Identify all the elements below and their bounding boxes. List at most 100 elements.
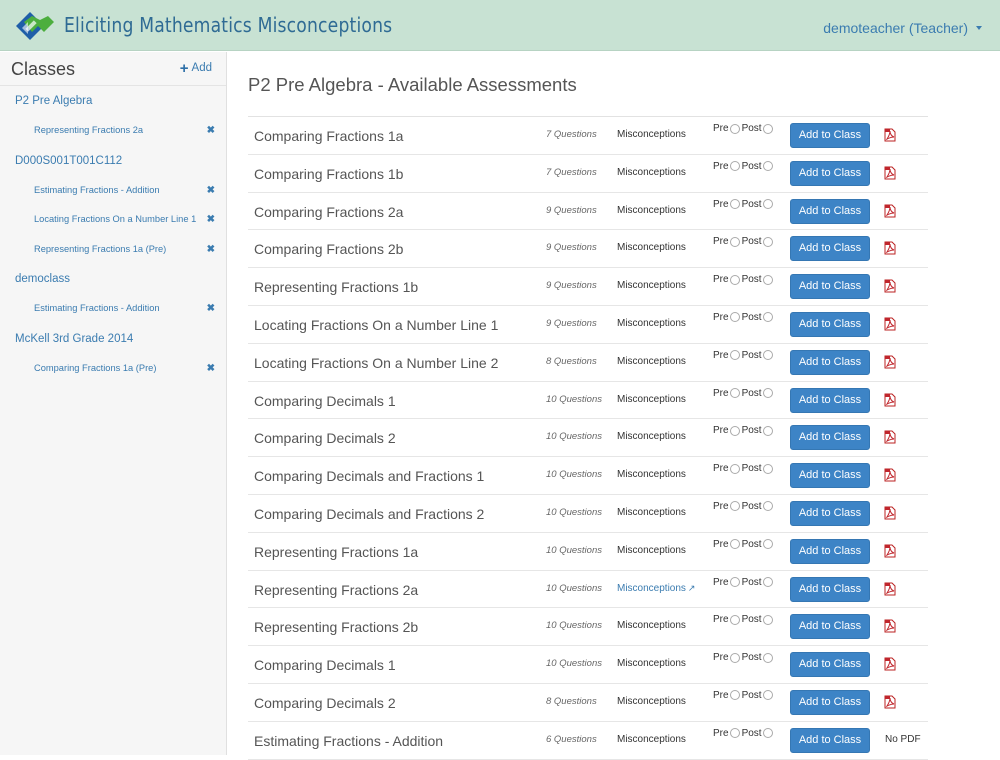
remove-icon[interactable]: ✖ — [207, 235, 215, 265]
sidebar-assessment-item[interactable]: Representing Fractions 1a (Pre) ✖ — [0, 235, 226, 265]
post-radio[interactable] — [762, 199, 773, 210]
pdf-icon[interactable] — [884, 128, 896, 142]
pre-post-selector: Pre Post — [713, 312, 775, 323]
pdf-icon[interactable] — [884, 241, 896, 255]
post-label: Post — [741, 198, 762, 210]
add-to-class-button[interactable]: Add to Class — [790, 198, 870, 224]
pdf-icon[interactable] — [884, 393, 896, 407]
post-radio[interactable] — [762, 425, 773, 436]
user-menu-dropdown[interactable]: demoteacher (Teacher) — [823, 20, 982, 36]
add-to-class-button[interactable]: Add to Class — [790, 311, 870, 337]
pre-radio[interactable] — [729, 274, 740, 285]
add-to-class-button[interactable]: Add to Class — [790, 538, 870, 564]
pdf-icon[interactable] — [884, 279, 896, 293]
pre-radio[interactable] — [729, 614, 740, 625]
post-radio[interactable] — [762, 652, 773, 663]
pre-radio[interactable] — [729, 161, 740, 172]
add-class-button[interactable]: + Add — [180, 61, 212, 76]
post-radio[interactable] — [762, 501, 773, 512]
sidebar-assessment-item[interactable]: Representing Fractions 2a ✖ — [0, 116, 226, 146]
misconceptions-link[interactable]: Misconceptions ↗ — [617, 583, 695, 594]
pre-radio[interactable] — [729, 652, 740, 663]
pdf-icon[interactable] — [884, 506, 896, 520]
assessment-name: Comparing Fractions 2a — [254, 203, 404, 220]
sidebar-assessment-item[interactable]: Estimating Fractions - Addition ✖ — [0, 176, 226, 206]
remove-icon[interactable]: ✖ — [207, 116, 215, 146]
pre-radio[interactable] — [729, 728, 740, 739]
add-to-class-button[interactable]: Add to Class — [790, 614, 870, 640]
add-to-class-button[interactable]: Add to Class — [790, 500, 870, 526]
pdf-icon[interactable] — [884, 619, 896, 633]
assessment-row: Comparing Decimals 2 8 Questions Misconcep… — [248, 684, 928, 722]
sidebar-class-link[interactable]: McKell 3rd Grade 2014 — [0, 324, 226, 354]
post-radio[interactable] — [762, 388, 773, 399]
pre-radio[interactable] — [729, 577, 740, 588]
misconceptions-label: Misconceptions — [617, 242, 686, 254]
sidebar-class-link[interactable]: P2 Pre Algebra — [0, 86, 226, 116]
add-to-class-button[interactable]: Add to Class — [790, 236, 870, 262]
add-to-class-button[interactable]: Add to Class — [790, 274, 870, 300]
remove-icon[interactable]: ✖ — [207, 205, 215, 235]
pdf-icon[interactable] — [884, 166, 896, 180]
pre-post-selector: Pre Post — [713, 690, 775, 701]
add-to-class-button[interactable]: Add to Class — [790, 652, 870, 678]
sidebar-class-link[interactable]: democlass — [0, 264, 226, 294]
pre-radio[interactable] — [729, 539, 740, 550]
add-to-class-button[interactable]: Add to Class — [790, 160, 870, 186]
remove-icon[interactable]: ✖ — [207, 176, 215, 206]
post-label: Post — [741, 576, 762, 588]
post-radio[interactable] — [762, 463, 773, 474]
pre-radio[interactable] — [729, 312, 740, 323]
add-to-class-button[interactable]: Add to Class — [790, 123, 870, 148]
pre-radio[interactable] — [729, 236, 740, 247]
pre-radio[interactable] — [729, 463, 740, 474]
add-to-class-button[interactable]: Add to Class — [790, 727, 870, 753]
add-to-class-button[interactable]: Add to Class — [790, 425, 870, 451]
pre-radio[interactable] — [729, 501, 740, 512]
assessment-row: Comparing Decimals 2 10 Questions Misconce… — [248, 419, 928, 458]
post-radio[interactable] — [762, 539, 773, 550]
pdf-icon[interactable] — [884, 695, 896, 709]
remove-icon[interactable]: ✖ — [207, 354, 215, 384]
sidebar-assessment-item[interactable]: Locating Fractions On a Number Line 1 ✖ — [0, 205, 226, 235]
post-radio[interactable] — [762, 350, 773, 361]
pdf-icon[interactable] — [884, 317, 896, 331]
pdf-icon[interactable] — [884, 355, 896, 369]
post-radio[interactable] — [762, 236, 773, 247]
post-radio[interactable] — [762, 614, 773, 625]
pre-label: Pre — [713, 425, 729, 437]
post-radio[interactable] — [762, 577, 773, 588]
pre-post-selector: Pre Post — [713, 577, 775, 588]
sidebar-assessment-item[interactable]: Comparing Fractions 1a (Pre) ✖ — [0, 354, 226, 384]
add-to-class-button[interactable]: Add to Class — [790, 349, 870, 375]
add-to-class-button[interactable]: Add to Class — [790, 689, 870, 715]
emm-logo-icon[interactable] — [14, 10, 56, 42]
misconceptions-label: Misconceptions — [617, 620, 686, 632]
add-to-class-button[interactable]: Add to Class — [790, 576, 870, 602]
pdf-icon[interactable] — [884, 657, 896, 671]
post-radio[interactable] — [762, 312, 773, 323]
remove-icon[interactable]: ✖ — [207, 294, 215, 324]
post-radio[interactable] — [762, 274, 773, 285]
assessment-row: Comparing Decimals 1 10 Questions Misconce… — [248, 382, 928, 420]
sidebar-assessment-item[interactable]: Estimating Fractions - Addition ✖ — [0, 294, 226, 324]
pdf-icon[interactable] — [884, 582, 896, 596]
pdf-icon[interactable] — [884, 430, 896, 444]
pre-radio[interactable] — [729, 123, 740, 134]
add-to-class-button[interactable]: Add to Class — [790, 463, 870, 489]
app-title[interactable]: Eliciting Mathematics Misconceptions — [64, 13, 392, 37]
pre-radio[interactable] — [729, 350, 740, 361]
pdf-icon[interactable] — [884, 544, 896, 558]
pdf-icon[interactable] — [884, 204, 896, 218]
pdf-icon[interactable] — [884, 468, 896, 482]
sidebar-class-link[interactable]: D000S001T001C112 — [0, 146, 226, 176]
pre-radio[interactable] — [729, 199, 740, 210]
add-to-class-button[interactable]: Add to Class — [790, 387, 870, 413]
post-radio[interactable] — [762, 161, 773, 172]
post-radio[interactable] — [762, 690, 773, 701]
pre-radio[interactable] — [729, 425, 740, 436]
post-radio[interactable] — [762, 728, 773, 739]
post-radio[interactable] — [762, 123, 773, 134]
pre-radio[interactable] — [729, 690, 740, 701]
pre-radio[interactable] — [729, 388, 740, 399]
